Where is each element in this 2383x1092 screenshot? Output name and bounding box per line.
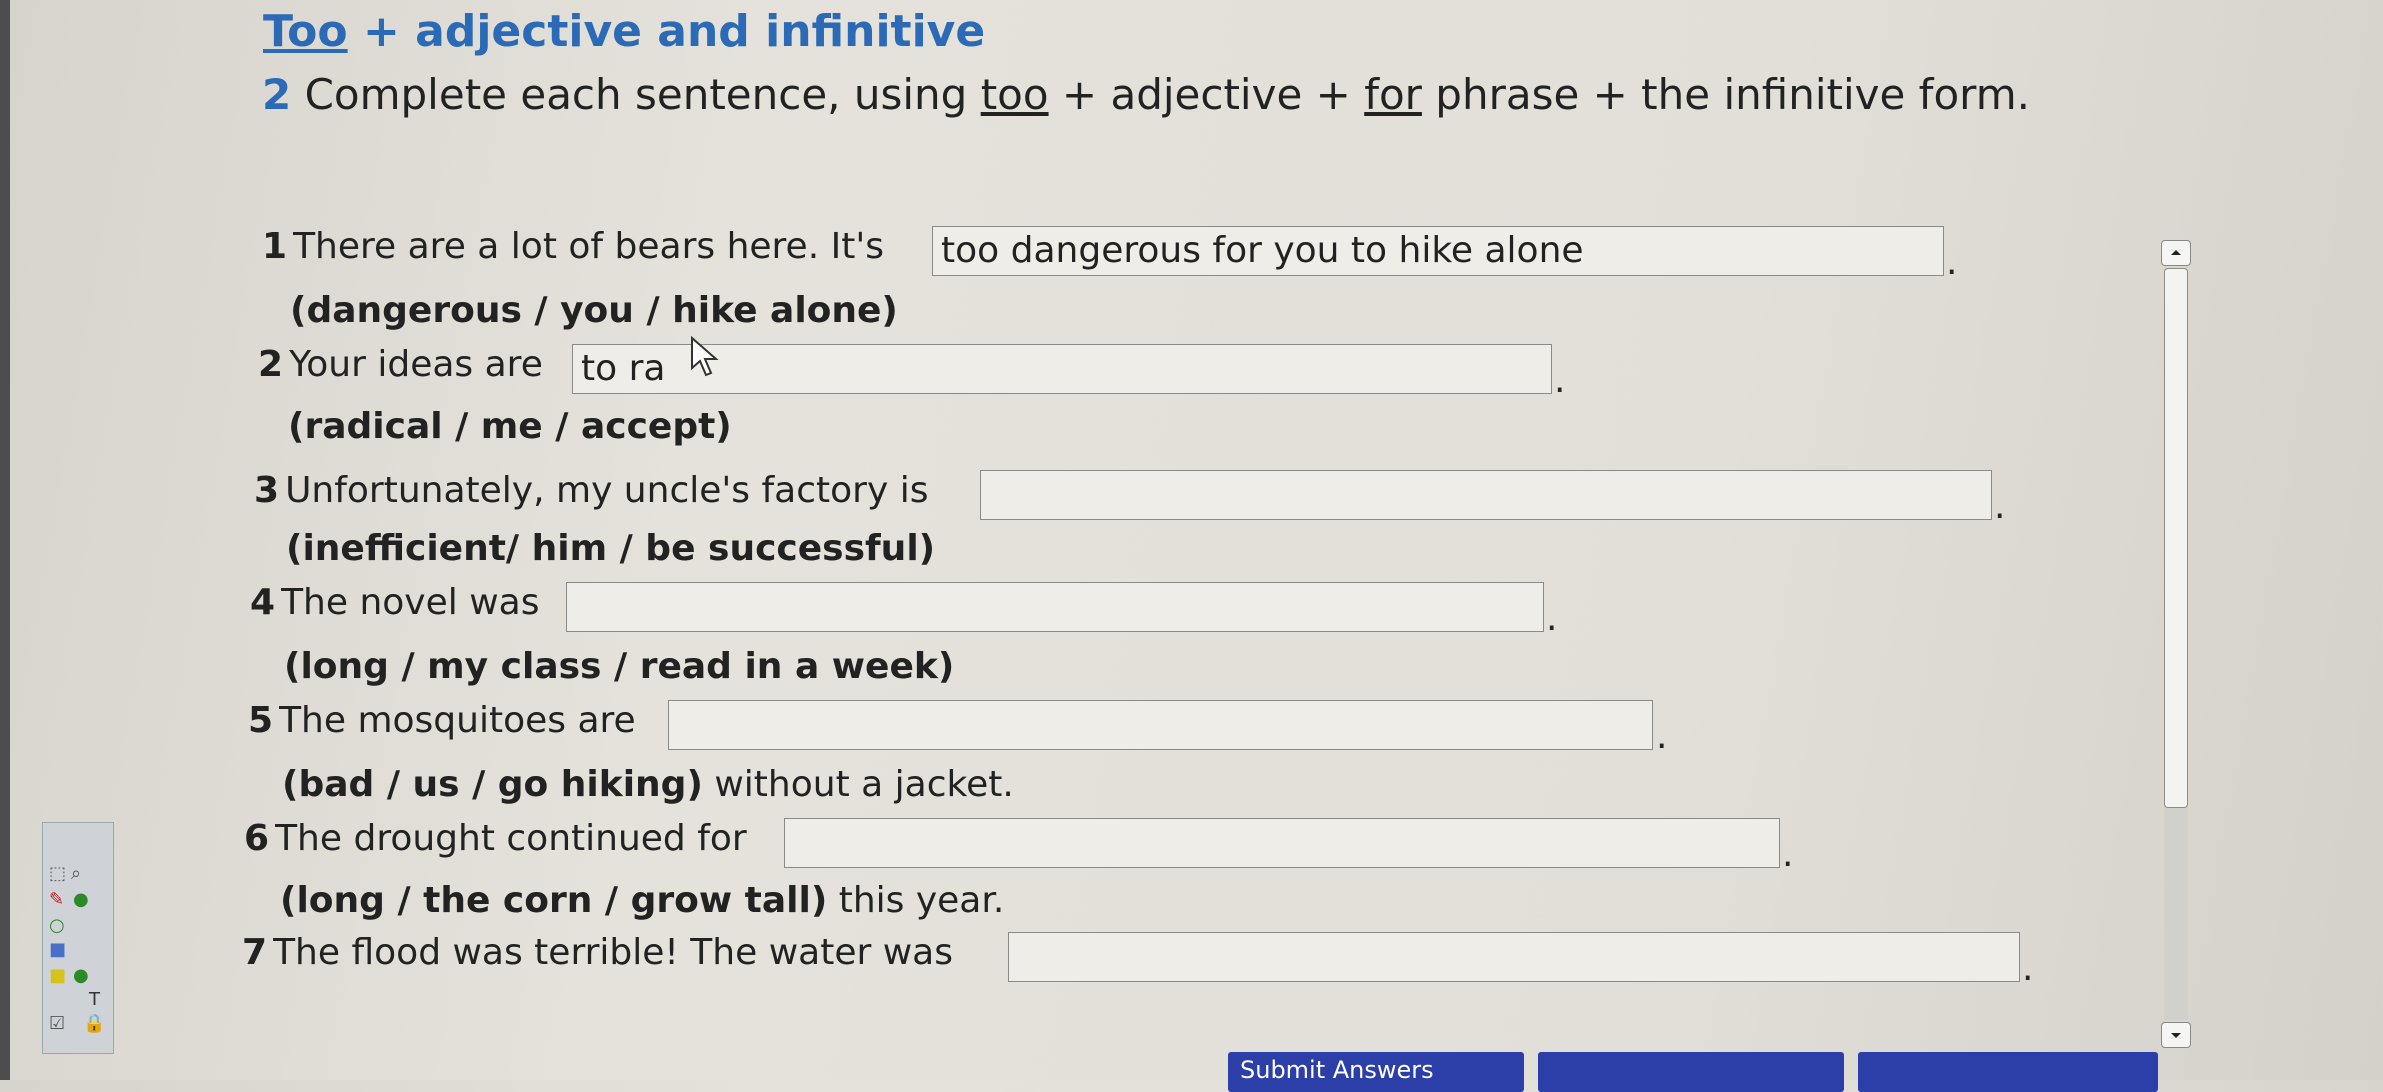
lock-tool-icon[interactable]: 🔒 (83, 1013, 105, 1034)
answer-input-6[interactable] (784, 818, 1780, 868)
highlight-tool-icon[interactable]: ■ (49, 965, 66, 986)
hint-4: (long / my class / read in a week) (284, 646, 955, 687)
answer-input-4[interactable] (566, 582, 1544, 632)
scroll-track[interactable] (2164, 268, 2188, 1020)
question-7: 7 The flood was terrible! The water was . (242, 932, 2034, 989)
submit-button[interactable]: Submit Answers (1228, 1052, 1524, 1092)
tool-palette[interactable]: ⬚ ⌕ ✎ ● ○ ■ ■ ● T ☑ 🔒 (42, 822, 114, 1054)
exercise-number: 2 (262, 70, 292, 119)
answer-input-1[interactable]: too dangerous for you to hike alone (932, 226, 1944, 276)
edit-tool-icon[interactable]: ☑ (49, 1013, 65, 1034)
secondary-button[interactable] (1538, 1052, 1844, 1092)
text-tool-icon[interactable]: T (89, 989, 100, 1010)
instructions: 2 Complete each sentence, using too + ad… (262, 70, 2030, 119)
question-4: 4 The novel was . (250, 582, 1558, 639)
question-3: 3 Unfortunately, my uncle's factory is . (254, 470, 2006, 527)
scroll-down-arrow-icon[interactable] (2161, 1022, 2191, 1048)
shape-tool-icon[interactable]: ○ (49, 915, 65, 936)
title-rest: + adjective and infinitive (347, 6, 986, 57)
title-too: Too (263, 6, 348, 57)
fill-tool-icon[interactable]: ■ (49, 939, 66, 960)
hint-2: (radical / me / accept) (288, 406, 732, 447)
mouse-pointer-icon (691, 336, 719, 377)
zoom-tool-icon[interactable]: ⌕ (71, 863, 81, 884)
hint-5: (bad / us / go hiking) without a jacket. (282, 764, 1014, 805)
answer-input-3[interactable] (980, 470, 1992, 520)
question-2: 2 Your ideas are to ra . (258, 344, 1566, 401)
scroll-up-arrow-icon[interactable] (2161, 240, 2191, 266)
scrollbar[interactable] (2161, 240, 2191, 1050)
hint-1: (dangerous / you / hike alone) (290, 290, 898, 331)
answer-input-5[interactable] (668, 700, 1653, 750)
answer-input-7[interactable] (1008, 932, 2020, 982)
page-title: Too + adjective and infinitive (263, 6, 985, 57)
pen-tool-icon[interactable]: ✎ (49, 889, 64, 910)
question-6: 6 The drought continued for . (244, 818, 1794, 875)
question-5: 5 The mosquitoes are . (248, 700, 1668, 757)
scroll-thumb[interactable] (2164, 268, 2188, 808)
question-1: 1 There are a lot of bears here. It's too… (262, 226, 1958, 283)
hint-3: (inefficient/ him / be successful) (286, 528, 936, 569)
select-tool-icon[interactable]: ⬚ (49, 863, 66, 884)
left-window-edge (0, 0, 10, 1080)
color-tool-icon[interactable]: ● (73, 965, 89, 986)
tertiary-button[interactable] (1858, 1052, 2158, 1092)
hint-6: (long / the corn / grow tall) this year. (280, 880, 1005, 921)
marker-tool-icon[interactable]: ● (73, 889, 89, 910)
